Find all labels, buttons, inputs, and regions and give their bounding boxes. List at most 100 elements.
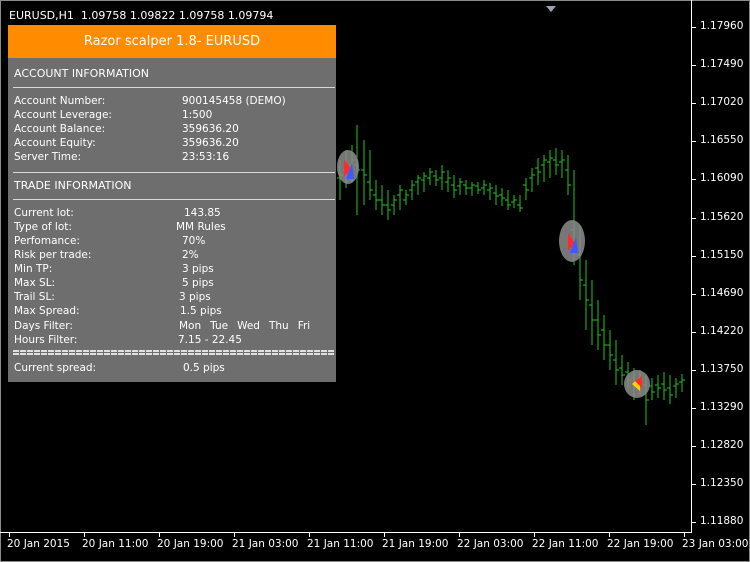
- price-label: 1.17020: [700, 96, 744, 109]
- day-item: Tue: [210, 320, 229, 332]
- price-tick: [691, 408, 696, 409]
- candle: [409, 180, 415, 200]
- trade-row-label: Max Spread:: [14, 305, 80, 317]
- candle: [493, 185, 499, 205]
- candle: [439, 165, 445, 190]
- price-label: 1.12820: [700, 439, 744, 452]
- days-filter-label: Days Filter:: [14, 320, 73, 332]
- candle: [373, 180, 379, 210]
- time-tick: [609, 532, 610, 537]
- candle: [457, 178, 463, 195]
- info-panel: Razor scalper 1.8- EURUSD ACCOUNT INFORM…: [8, 25, 336, 382]
- trade-row: Risk per trade: 2%: [14, 249, 332, 263]
- candle: [589, 280, 595, 345]
- account-row-value: 1:500: [182, 109, 213, 121]
- candle: [451, 175, 457, 198]
- price-label: 1.17960: [700, 20, 744, 32]
- time-tick: [234, 532, 235, 537]
- account-row-value: 23:53:16: [182, 151, 230, 163]
- price-label: 1.12350: [700, 477, 744, 490]
- trade-row-label: Max SL:: [14, 277, 56, 289]
- time-tick: [459, 532, 460, 537]
- trade-row: Perfomance: 70%: [14, 235, 332, 249]
- candle: [397, 185, 403, 210]
- price-tick: [691, 27, 696, 28]
- trade-arrow-icon[interactable]: [337, 150, 359, 184]
- price-label: 1.15620: [700, 210, 744, 223]
- account-row-value: 359636.20: [182, 123, 239, 135]
- day-item: Thu: [268, 320, 289, 332]
- candle: [565, 155, 571, 195]
- trade-section-title: TRADE INFORMATION: [14, 179, 132, 192]
- time-label: 23 Jan 03:00: [682, 538, 749, 550]
- candle: [547, 150, 553, 178]
- trade-arrow-icon[interactable]: [559, 220, 585, 262]
- candle: [613, 340, 619, 385]
- price-tick: [691, 522, 696, 524]
- candle: [679, 374, 685, 392]
- candle: [463, 180, 469, 195]
- days-filter-value: Mon Tue Wed Thu Fri: [179, 320, 319, 332]
- account-row-label: Account Balance:: [14, 123, 106, 135]
- account-row-value: 900145458 (DEMO): [182, 95, 286, 107]
- time-tick: [9, 532, 10, 537]
- candle: [535, 158, 541, 185]
- account-row-label: Account Equity:: [14, 137, 96, 149]
- price-tick: [691, 331, 696, 333]
- candle: [673, 378, 679, 398]
- trade-row-label: Trail SL:: [14, 291, 55, 303]
- current-spread-label: Current spread:: [14, 362, 97, 374]
- candle: [487, 183, 493, 200]
- hours-filter-label: Hours Filter:: [14, 334, 78, 346]
- candle: [499, 188, 505, 206]
- candle: [541, 155, 547, 182]
- candle: [667, 375, 673, 404]
- time-label: 21 Jan 11:00: [307, 538, 374, 550]
- candle: [469, 182, 475, 196]
- price-tick: [691, 446, 696, 448]
- account-row-label: Account Number:: [14, 95, 106, 107]
- price-tick: [691, 141, 696, 143]
- candle: [475, 182, 481, 194]
- price-label: 1.16550: [700, 134, 744, 147]
- divider: [13, 199, 335, 200]
- candle: [655, 375, 661, 398]
- trade-row-value: 70%: [182, 235, 206, 247]
- candle: [607, 330, 613, 370]
- trade-arrows: [337, 150, 650, 398]
- days-filter-row: Days Filter: Mon Tue Wed Thu Fri: [14, 320, 332, 334]
- price-label: 1.14690: [700, 286, 744, 299]
- candle: [385, 190, 391, 220]
- current-spread-row: Current spread: 0.5 pips: [14, 362, 332, 376]
- day-item: Wed: [237, 320, 260, 332]
- trade-row-value: MM Rules: [176, 221, 226, 233]
- candle: [433, 170, 439, 186]
- day-item: Fri: [297, 320, 311, 332]
- candle: [523, 178, 529, 200]
- time-label: 22 Jan 19:00: [607, 538, 674, 550]
- trade-row-value: 3 pips: [182, 263, 214, 275]
- equals-divider: [13, 350, 335, 355]
- hours-filter-row: Hours Filter: 7.15 - 22.45: [14, 334, 332, 348]
- trade-arrow-icon[interactable]: [624, 370, 650, 398]
- time-tick: [159, 532, 160, 537]
- time-label: 22 Jan 11:00: [532, 538, 599, 550]
- candle: [619, 355, 625, 385]
- account-row-label: Server Time:: [14, 151, 82, 163]
- trade-row-label: Min TP:: [14, 263, 53, 275]
- trade-row-value: 1.5 pips: [180, 305, 222, 317]
- price-label: 1.13290: [700, 401, 744, 413]
- trade-row: Max SL: 5 pips: [14, 277, 332, 291]
- trade-row: Max Spread: 1.5 pips: [14, 305, 332, 319]
- candle: [445, 170, 451, 192]
- day-item: Mon: [179, 320, 202, 332]
- account-row-value: 359636.20: [182, 137, 239, 149]
- price-tick: [691, 484, 696, 486]
- hours-filter-value: 7.15 - 22.45: [178, 334, 242, 346]
- trade-row-value: 143.85: [184, 207, 221, 219]
- candle: [511, 195, 517, 208]
- price-label: 1.17490: [700, 58, 744, 71]
- price-label: 1.16090: [700, 172, 744, 185]
- candle: [529, 168, 535, 192]
- candle: [403, 190, 409, 205]
